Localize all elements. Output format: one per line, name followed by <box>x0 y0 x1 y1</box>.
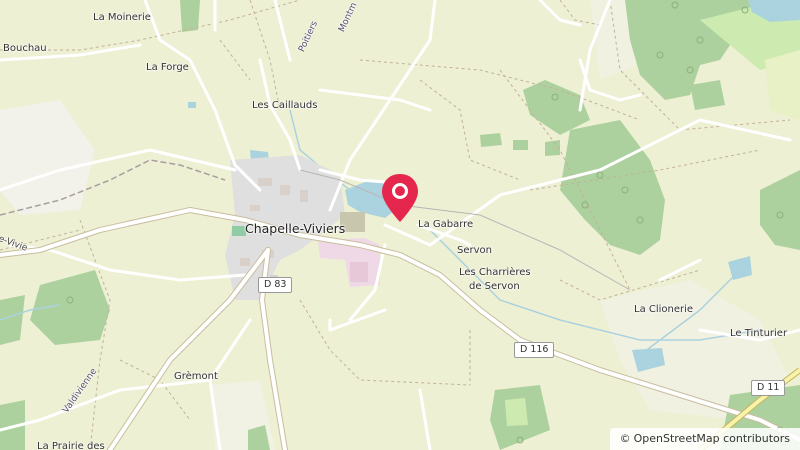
place-label-bouchau: Bouchau <box>3 43 47 54</box>
place-label-le-tinturier: Le Tinturier <box>730 328 788 339</box>
place-label-la-clionerie: La Clionerie <box>634 304 694 315</box>
place-label-chapelle-viviers: Chapelle-Viviers <box>245 221 346 236</box>
place-label-la-prairie: La Prairie des <box>37 441 105 450</box>
place-label-la-forge: La Forge <box>146 62 189 73</box>
location-pin-icon <box>382 174 418 222</box>
attribution-link[interactable]: OpenStreetMap contributors <box>634 432 790 445</box>
place-label-la-gabarre: La Gabarre <box>418 219 474 230</box>
location-pin-marker[interactable] <box>378 170 422 228</box>
place-label-gremont: Grèmont <box>174 371 218 382</box>
place-label-les-charrieres: Les Charrières <box>459 267 531 278</box>
road-shield-d11: D 11 <box>751 380 786 396</box>
place-label-la-moinerie: La Moinerie <box>93 12 151 23</box>
place-label-les-caillauds: Les Caillauds <box>252 100 318 111</box>
place-label-de-servon: de Servon <box>469 281 520 292</box>
map-attribution: © OpenStreetMap contributors <box>609 428 800 450</box>
map-canvas[interactable]: Bouchau La Moinerie La Forge Les Caillau… <box>0 0 800 450</box>
place-label-servon: Servon <box>457 245 492 256</box>
road-shield-d116: D 116 <box>514 342 555 358</box>
copyright-symbol: © <box>619 432 631 445</box>
road-shield-d83: D 83 <box>258 277 293 293</box>
